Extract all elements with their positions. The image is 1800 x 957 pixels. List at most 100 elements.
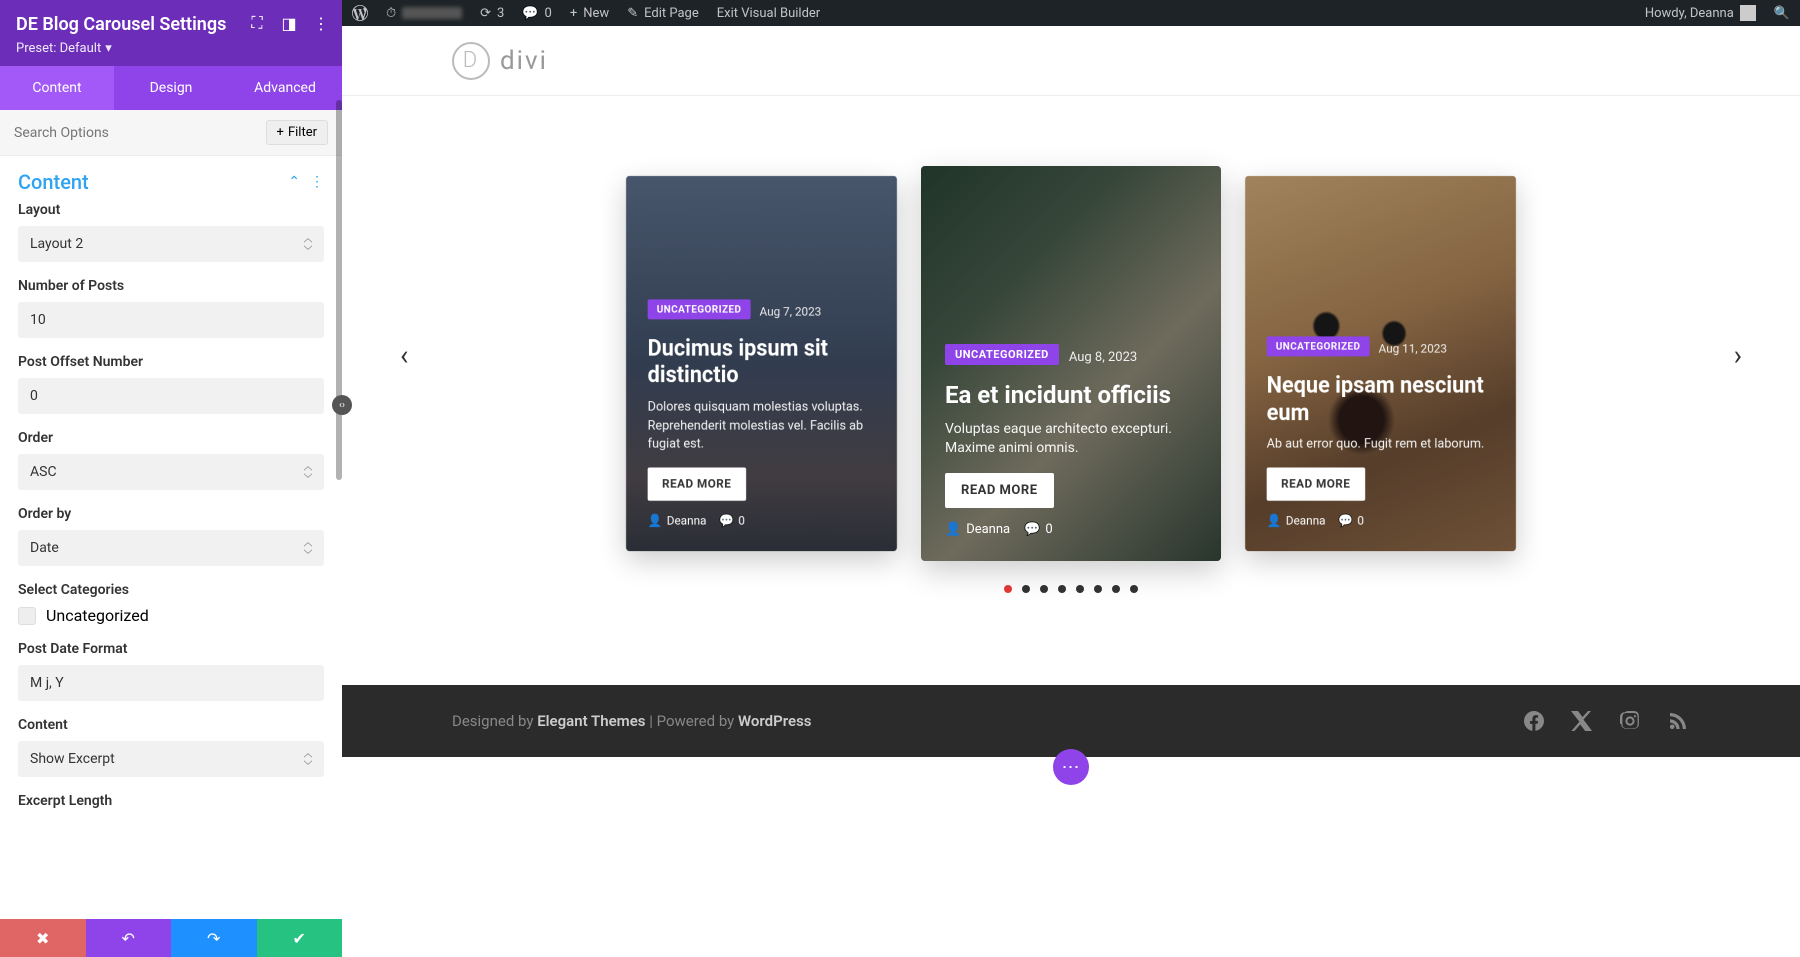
collapse-handle[interactable]: ‹› xyxy=(332,395,352,415)
cancel-button[interactable]: ✖ xyxy=(0,919,86,957)
comment-icon: 💬 xyxy=(522,6,538,21)
carousel-dot[interactable] xyxy=(1076,585,1084,593)
order-select[interactable]: ASC xyxy=(18,454,324,490)
carousel-dot[interactable] xyxy=(1112,585,1120,593)
categories-label: Select Categories xyxy=(18,582,324,598)
wordpress-link[interactable]: WordPress xyxy=(738,712,812,730)
exit-visual-builder[interactable]: Exit Visual Builder xyxy=(717,6,820,21)
save-button[interactable]: ✔ xyxy=(257,919,343,957)
divi-logo[interactable]: D divi xyxy=(452,42,548,80)
carousel-card[interactable]: UNCATEGORIZED Aug 11, 2023 Neque ipsam n… xyxy=(1245,176,1516,551)
preset-selector[interactable]: Preset: Default▾ xyxy=(16,41,326,56)
read-more-button[interactable]: READ MORE xyxy=(1267,468,1365,501)
num-posts-input[interactable] xyxy=(18,302,324,338)
card-excerpt: Voluptas eaque architecto excepturi. Max… xyxy=(945,420,1197,459)
gauge-icon: ⏱ xyxy=(386,6,396,21)
user-icon: 👤 xyxy=(1267,514,1282,528)
section-title: Content xyxy=(18,170,278,194)
read-more-button[interactable]: READ MORE xyxy=(648,468,746,501)
layout-select[interactable]: Layout 2 xyxy=(18,226,324,262)
carousel-dot[interactable] xyxy=(1094,585,1102,593)
carousel-dot[interactable] xyxy=(1022,585,1030,593)
carousel-dot[interactable] xyxy=(1004,585,1012,593)
content-select[interactable]: Show Excerpt xyxy=(18,741,324,777)
tabs: Content Design Advanced xyxy=(0,66,342,110)
sidebar-header: DE Blog Carousel Settings Preset: Defaul… xyxy=(0,0,342,66)
chevron-down-icon: ▾ xyxy=(105,41,112,56)
empty-area xyxy=(342,757,1800,957)
ellipsis-icon: ⋯ xyxy=(1062,757,1081,778)
carousel-card[interactable]: UNCATEGORIZED Aug 7, 2023 Ducimus ipsum … xyxy=(626,176,897,551)
tab-content[interactable]: Content xyxy=(0,66,114,110)
card-comments: 💬0 xyxy=(1024,522,1053,537)
carousel-dot[interactable] xyxy=(1058,585,1066,593)
carousel-dot[interactable] xyxy=(1130,585,1138,593)
carousel-dot[interactable] xyxy=(1040,585,1048,593)
dateformat-input[interactable] xyxy=(18,665,324,701)
card-excerpt: Dolores quisquam molestias voluptas. Rep… xyxy=(648,398,876,454)
category-badge[interactable]: UNCATEGORIZED xyxy=(648,299,751,319)
category-badge[interactable]: UNCATEGORIZED xyxy=(945,344,1059,365)
settings-sidebar: DE Blog Carousel Settings Preset: Defaul… xyxy=(0,0,342,957)
read-more-button[interactable]: READ MORE xyxy=(945,473,1054,508)
comment-icon: 💬 xyxy=(1338,514,1353,528)
tab-advanced[interactable]: Advanced xyxy=(228,66,342,110)
carousel-card[interactable]: UNCATEGORIZED Aug 8, 2023 Ea et incidunt… xyxy=(921,166,1221,561)
x-icon[interactable] xyxy=(1570,709,1594,733)
card-title: Ea et incidunt officiis xyxy=(945,381,1197,410)
builder-fab[interactable]: ⋯ xyxy=(1053,749,1089,785)
carousel-dots xyxy=(382,585,1760,593)
content-label: Content xyxy=(18,717,324,733)
undo-button[interactable]: ↶ xyxy=(86,919,172,957)
check-icon: ✔ xyxy=(293,929,306,948)
card-comments: 💬0 xyxy=(1338,514,1364,528)
carousel: ‹ › UNCATEGORIZED Aug 7, 2023 Ducimus ip… xyxy=(342,96,1800,613)
search-row: +Filter xyxy=(0,110,342,156)
card-title: Ducimus ipsum sit distinctio xyxy=(648,334,876,389)
excerpt-len-label: Excerpt Length xyxy=(18,793,324,809)
redo-icon: ↷ xyxy=(207,929,220,948)
avatar xyxy=(1740,5,1756,21)
new-item[interactable]: +New xyxy=(570,6,609,21)
card-excerpt: Ab aut error quo. Fugit rem et laborum. xyxy=(1267,436,1495,455)
site-name[interactable]: ⏱ xyxy=(386,6,462,21)
filter-button[interactable]: +Filter xyxy=(266,120,328,145)
close-icon: ✖ xyxy=(36,929,49,948)
rss-icon[interactable] xyxy=(1666,709,1690,733)
category-badge[interactable]: UNCATEGORIZED xyxy=(1267,336,1370,356)
wp-logo-icon[interactable] xyxy=(352,5,368,21)
comments-item[interactable]: 💬0 xyxy=(522,6,552,21)
orderby-select[interactable]: Date xyxy=(18,530,324,566)
dateformat-label: Post Date Format xyxy=(18,641,324,657)
page-footer: Designed by Elegant Themes | Powered by … xyxy=(342,685,1800,757)
main-content: D divi ‹ › UNCATEGORIZED Aug 7, 2023 Duc… xyxy=(342,26,1800,957)
tab-design[interactable]: Design xyxy=(114,66,228,110)
redo-button[interactable]: ↷ xyxy=(171,919,257,957)
card-date: Aug 11, 2023 xyxy=(1379,342,1447,356)
card-author: 👤Deanna xyxy=(945,522,1010,537)
fields-area: Layout Layout 2 Number of Posts Post Off… xyxy=(0,202,342,919)
refresh-item[interactable]: ⟳3 xyxy=(480,6,504,21)
offset-input[interactable] xyxy=(18,378,324,414)
category-checkbox[interactable] xyxy=(18,607,36,625)
card-date: Aug 7, 2023 xyxy=(759,305,821,319)
kebab-icon[interactable]: ⋮ xyxy=(312,14,330,32)
card-author: 👤Deanna xyxy=(1267,514,1326,528)
kebab-icon[interactable]: ⋮ xyxy=(310,174,324,190)
category-option-label: Uncategorized xyxy=(46,606,149,625)
search-input[interactable] xyxy=(14,125,266,141)
facebook-icon[interactable] xyxy=(1522,709,1546,733)
site-header: D divi xyxy=(342,26,1800,96)
elegant-themes-link[interactable]: Elegant Themes xyxy=(537,712,645,730)
search-icon[interactable]: 🔍 xyxy=(1774,6,1790,21)
edit-page-item[interactable]: ✎Edit Page xyxy=(627,6,699,21)
dock-icon[interactable]: ◨ xyxy=(280,14,298,32)
chevron-up-icon[interactable]: ⌃ xyxy=(288,174,300,190)
section-header[interactable]: Content ⌃ ⋮ xyxy=(0,156,342,202)
howdy-user[interactable]: Howdy, Deanna xyxy=(1645,5,1756,21)
scrollbar[interactable] xyxy=(336,100,342,480)
layout-label: Layout xyxy=(18,202,324,218)
offset-label: Post Offset Number xyxy=(18,354,324,370)
instagram-icon[interactable] xyxy=(1618,709,1642,733)
expand-icon[interactable]: ⛶ xyxy=(248,14,266,32)
